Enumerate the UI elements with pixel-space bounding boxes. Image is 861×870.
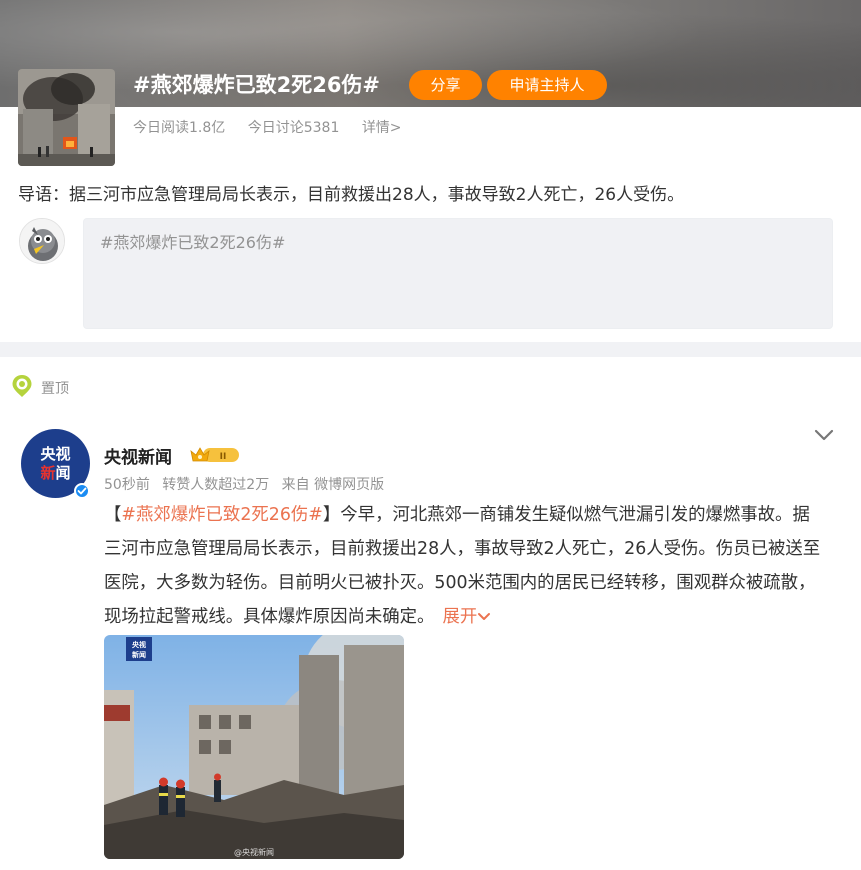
bracket-open: 【 [104, 505, 122, 525]
pinned-label: 置顶 [11, 374, 69, 402]
apply-host-button[interactable]: 申请主持人 [487, 70, 607, 100]
post-options-chevron-icon[interactable] [812, 423, 836, 447]
avatar-logo-char-red: 新 [40, 464, 56, 482]
post-source: 来自 微博网页版 [281, 477, 385, 493]
post-composer-input[interactable]: #燕郊爆炸已致2死26伤# [83, 218, 833, 329]
topic-thumbnail[interactable] [18, 69, 115, 166]
image-logo-line1: 央视 [132, 640, 146, 649]
pinned-text: 置顶 [41, 381, 69, 397]
post-topic-tag[interactable]: #燕郊爆炸已致2死26伤# [121, 505, 322, 525]
author-name[interactable]: 央视新闻 [104, 443, 172, 468]
reads-count: 今日阅读1.8亿 [133, 120, 226, 136]
feed-card: 置顶 央视 新闻 央视新闻 II 50秒前 转赞人数超过2万 来自 微博网页版 … [0, 357, 861, 870]
avatar-logo-char: 闻 [55, 464, 71, 482]
svg-text:II: II [220, 452, 227, 462]
topic-title: #燕郊爆炸已致2死26伤# [133, 73, 381, 97]
detail-link[interactable]: 详情> [362, 120, 402, 136]
pin-icon [11, 374, 33, 402]
image-logo-line2: 新闻 [132, 650, 146, 659]
user-avatar[interactable] [19, 218, 65, 264]
avatar-logo-line1: 央视 [40, 445, 71, 463]
expand-link[interactable]: 展开 [442, 607, 491, 627]
discussion-count: 今日讨论5381 [247, 120, 340, 136]
topic-card: #燕郊爆炸已致2死26伤# 分享 申请主持人 今日阅读1.8亿 今日讨论5381… [0, 0, 861, 342]
expand-label: 展开 [442, 607, 478, 627]
post-repost-count: 转赞人数超过2万 [162, 477, 270, 493]
vip-level-badge-icon[interactable]: II [189, 445, 241, 465]
topic-guide: 导语：据三河市应急管理局局长表示，目前救援出28人，事故导致2人死亡，26人受伤… [18, 185, 685, 205]
expand-chevron-icon [478, 613, 491, 620]
verified-badge-icon [74, 483, 90, 499]
post-image[interactable]: 央视 新闻 @央视新闻 [104, 635, 404, 859]
post-meta: 50秒前 转赞人数超过2万 来自 微博网页版 [104, 474, 392, 494]
topic-stats: 今日阅读1.8亿 今日讨论5381 详情> [133, 117, 420, 137]
post-body: 【#燕郊爆炸已致2死26伤#】今早，河北燕郊一商铺发生疑似燃气泄漏引发的爆燃事故… [104, 498, 824, 634]
bracket-close: 】 [322, 505, 341, 525]
image-watermark: @央视新闻 [234, 847, 274, 857]
share-button[interactable]: 分享 [409, 70, 482, 100]
post-time[interactable]: 50秒前 [104, 477, 150, 493]
